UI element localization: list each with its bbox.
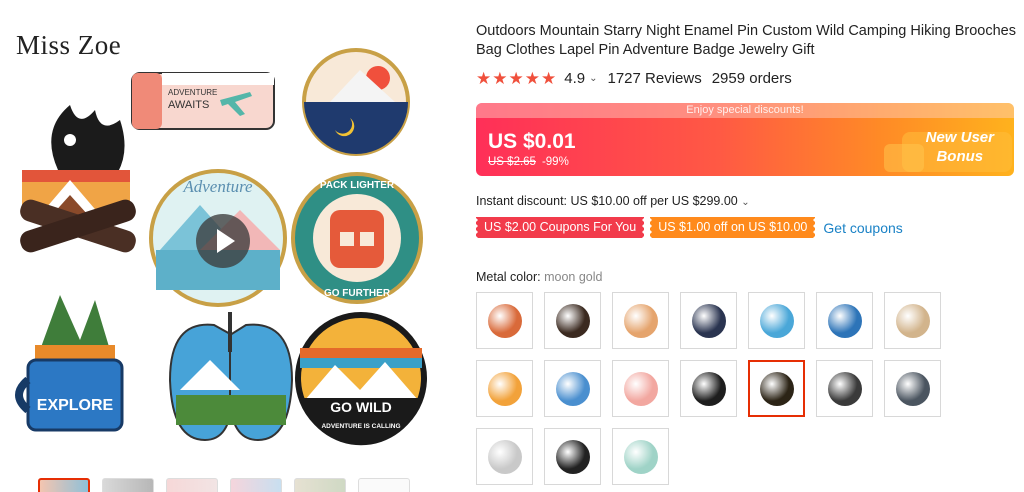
campfire-pin	[20, 105, 136, 253]
discount-percent: -99%	[541, 156, 569, 168]
pack-lighter-pin: PACK LIGHTER GO FURTHER	[291, 172, 423, 304]
reviews-count[interactable]: 1727 Reviews	[608, 70, 702, 87]
adventure-script-text: Adventure	[182, 177, 253, 196]
original-price-row: US $2.65 -99%	[488, 156, 569, 168]
instant-discount-text: Instant discount: US $10.00 off per US $…	[476, 194, 738, 208]
swatch-go-wild[interactable]	[476, 360, 533, 417]
explore-text: EXPLORE	[37, 397, 114, 414]
original-price: US $2.65	[488, 156, 536, 168]
swatch-mountain-bw[interactable]	[816, 360, 873, 417]
swatch-image	[895, 303, 930, 338]
pack-lighter-bottom-text: GO FURTHER	[324, 288, 391, 299]
star-rating: ★ ★ ★ ★ ★	[476, 70, 556, 87]
metal-color-swatches	[476, 292, 956, 485]
thumbnail-6[interactable]	[358, 478, 410, 492]
swatch-adventure-ticket[interactable]	[612, 360, 669, 417]
brand-logo: Miss Zoe	[16, 30, 122, 60]
swatch-image	[487, 371, 522, 406]
swatch-hourglass[interactable]	[476, 428, 533, 485]
star-icon: ★	[492, 69, 508, 88]
go-wild-sub-text: ADVENTURE IS CALLING	[321, 423, 400, 430]
thumbnail-1[interactable]	[38, 478, 90, 492]
pack-lighter-top-text: PACK LIGHTER	[320, 180, 395, 191]
swatch-image	[691, 303, 726, 338]
swatch-bear[interactable]	[544, 428, 601, 485]
swatch-image	[623, 371, 658, 406]
ticket-line2: AWAITS	[168, 99, 209, 111]
new-user-bonus: New User Bonus	[926, 128, 994, 166]
star-icon: ★	[524, 69, 540, 88]
swatch-explore-mug[interactable]	[816, 292, 873, 349]
swatch-image	[827, 303, 862, 338]
swatch-ticket-blue[interactable]	[544, 360, 601, 417]
promo-banner: Enjoy special discounts! US $0.01 US $2.…	[476, 103, 1014, 176]
new-user-bonus-line1: New User	[925, 129, 994, 146]
chevron-down-icon: ⌄	[741, 197, 750, 208]
video-play-icon[interactable]	[196, 214, 250, 268]
get-coupons-link[interactable]: Get coupons	[823, 220, 902, 236]
metal-color-label: Metal color: moon gold	[476, 270, 602, 284]
swatch-round-landscape[interactable]	[612, 428, 669, 485]
swatch-image	[759, 371, 794, 406]
thumbnail-strip	[38, 478, 410, 492]
coupon-red[interactable]: US $2.00 Coupons For You	[476, 217, 645, 238]
chevron-down-icon[interactable]: ⌄	[589, 73, 597, 84]
swatch-image	[555, 303, 590, 338]
rating-value[interactable]: 4.9	[564, 70, 585, 87]
star-icon: ★	[541, 69, 557, 88]
swatch-image	[759, 303, 794, 338]
swatch-lungs[interactable]	[748, 292, 805, 349]
rating-row: ★ ★ ★ ★ ★ 4.9 ⌄ 1727 Reviews 2959 orders	[476, 70, 792, 87]
swatch-mountain-sunset[interactable]	[612, 292, 669, 349]
instant-discount[interactable]: Instant discount: US $10.00 off per US $…	[476, 194, 750, 208]
mountain-sunset-pin	[302, 48, 410, 156]
swatch-campfire-orange[interactable]	[476, 292, 533, 349]
metal-color-title: Metal color:	[476, 270, 545, 284]
swatch-mountain-grey[interactable]	[884, 360, 941, 417]
swatch-night-moon[interactable]	[680, 360, 737, 417]
swatch-moon-gold[interactable]	[748, 360, 805, 417]
product-title: Outdoors Mountain Starry Night Enamel Pi…	[476, 23, 1016, 58]
adventure-awaits-ticket-pin: ADVENTURE AWAITS	[131, 72, 275, 130]
promo-banner-top: Enjoy special discounts!	[476, 103, 1014, 118]
go-wild-text: GO WILD	[330, 399, 391, 415]
star-icon: ★	[508, 69, 524, 88]
swatch-image	[623, 303, 658, 338]
swatch-campfire[interactable]	[544, 292, 601, 349]
metal-color-value: moon gold	[544, 270, 603, 284]
lungs-pin	[168, 312, 294, 442]
go-wild-pin: GO WILD ADVENTURE IS CALLING	[295, 312, 427, 446]
swatch-image	[555, 371, 590, 406]
swatch-image	[895, 371, 930, 406]
swatch-image	[555, 439, 590, 474]
thumbnail-3[interactable]	[166, 478, 218, 492]
thumbnail-5[interactable]	[294, 478, 346, 492]
swatch-starry-mountain[interactable]	[680, 292, 737, 349]
thumbnail-2[interactable]	[102, 478, 154, 492]
coupon-orange[interactable]: US $1.00 off on US $10.00	[650, 217, 816, 238]
swatch-image	[623, 439, 658, 474]
current-price: US $0.01	[488, 130, 576, 153]
product-gallery: ADVENTURE AWAITS Adventure PACK LIGHTER …	[0, 0, 470, 492]
swatch-ticket[interactable]	[884, 292, 941, 349]
star-icon: ★	[476, 69, 492, 88]
swatch-image	[487, 439, 522, 474]
thumbnail-4[interactable]	[230, 478, 282, 492]
explore-mug-pin: EXPLORE	[15, 295, 124, 432]
ticket-line1: ADVENTURE	[168, 88, 217, 97]
coupon-row: US $2.00 Coupons For You US $1.00 off on…	[476, 217, 903, 238]
swatch-image	[691, 371, 726, 406]
swatch-image	[827, 371, 862, 406]
new-user-bonus-line2: Bonus	[936, 148, 984, 165]
orders-count: 2959 orders	[711, 70, 792, 87]
swatch-image	[487, 303, 522, 338]
